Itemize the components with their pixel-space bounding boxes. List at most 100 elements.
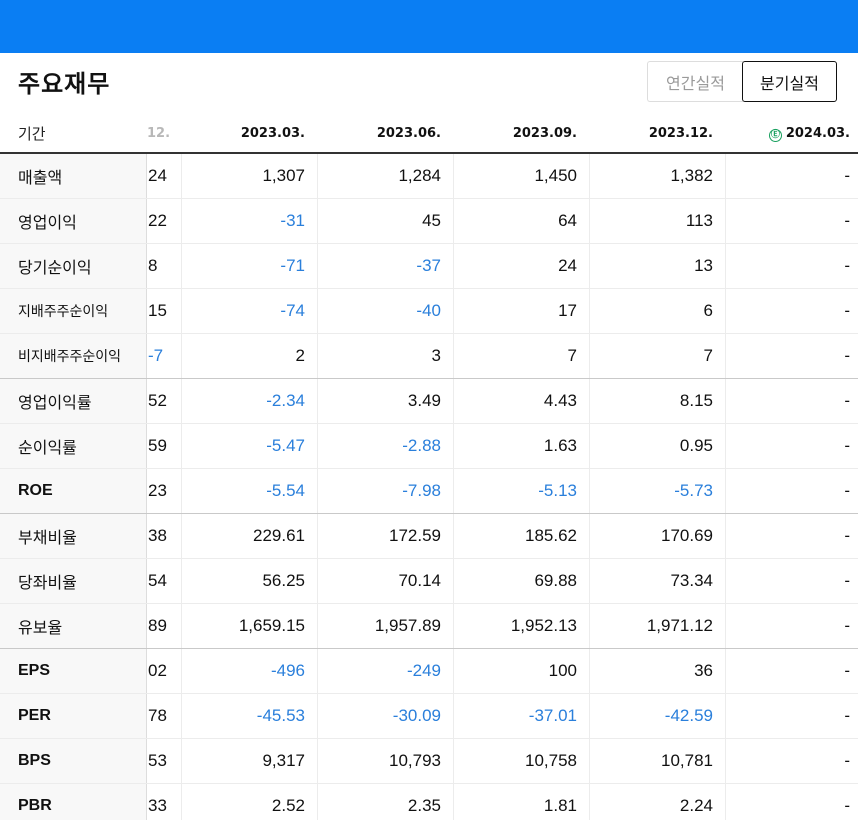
table-cell: 6: [703, 301, 713, 320]
period-label: 기간: [18, 125, 46, 143]
table-cell: 33: [148, 796, 167, 815]
row-label: PER: [0, 694, 147, 738]
row-label: 당기순이익: [0, 244, 147, 288]
table-cell: 73.34: [670, 571, 713, 590]
table-cell: -45.53: [256, 706, 305, 725]
table-cell: -2.34: [266, 391, 305, 410]
row-label: 영업이익률: [0, 379, 147, 423]
row-label: ROE: [0, 469, 147, 513]
table-cell: 1,957.89: [374, 616, 441, 635]
row-label: BPS: [0, 739, 147, 783]
table-cell: -37: [416, 256, 441, 275]
estimate-icon: Ⓔ: [768, 129, 782, 142]
table-cell: -5.54: [266, 481, 305, 500]
table-cell: 64: [558, 211, 577, 230]
column-header: 2023.03.: [240, 126, 305, 141]
row-label: 매출액: [0, 154, 147, 198]
table-cell: -30.09: [392, 706, 441, 725]
table-cell: -: [844, 751, 850, 770]
table-cell: -: [844, 616, 850, 635]
table-cell: -42.59: [664, 706, 713, 725]
row-label: 비지배주주순이익: [0, 334, 147, 378]
column-header: 2023.06.: [376, 126, 441, 141]
table-row: 유보율 89 1,659.15 1,957.89 1,952.13 1,971.12 -: [0, 604, 858, 649]
table-row: ROE 23 -5.54 -7.98 -5.13 -5.73 -: [0, 469, 858, 514]
table-cell: -496: [270, 661, 305, 680]
table-cell: -: [844, 211, 850, 230]
row-label: 당좌비율: [0, 559, 147, 603]
table-cell: 172.59: [389, 526, 441, 545]
table-cell: 53: [148, 751, 167, 770]
table-cell: 2: [295, 346, 305, 365]
table-row: 매출액 24 1,307 1,284 1,450 1,382 -: [0, 154, 858, 199]
table-header: 기간 12. 2023.03. 2023.06. 2023.09. 2023.1…: [0, 112, 858, 154]
table-row: 당기순이익 8 -71 -37 24 13 -: [0, 244, 858, 289]
quarterly-results-toggle[interactable]: 분기실적: [742, 61, 837, 102]
table-cell: 0.95: [679, 436, 713, 455]
table-row: 당좌비율 54 56.25 70.14 69.88 73.34 -: [0, 559, 858, 604]
table-cell: -: [844, 166, 850, 185]
table-cell: 02: [148, 661, 167, 680]
table-cell: 2.52: [271, 796, 305, 815]
table-cell: 185.62: [525, 526, 577, 545]
table-row: PBR 33 2.52 2.35 1.81 2.24 -: [0, 784, 858, 820]
table-row: 순이익률 59 -5.47 -2.88 1.63 0.95 -: [0, 424, 858, 469]
table-cell: -: [844, 526, 850, 545]
table-cell: -71: [280, 256, 305, 275]
table-cell: 70.14: [398, 571, 441, 590]
table-cell: 38: [148, 526, 167, 545]
table-cell: 170.69: [661, 526, 713, 545]
table-row: 비지배주주순이익 -7 2 3 7 7 -: [0, 334, 858, 379]
table-cell: -: [844, 436, 850, 455]
column-header: 2023.09.: [512, 126, 577, 141]
table-row: 영업이익 22 -31 45 64 113 -: [0, 199, 858, 244]
table-cell: 59: [148, 436, 167, 455]
table-cell: 7: [567, 346, 577, 365]
table-cell: 54: [148, 571, 167, 590]
table-cell: 10,781: [661, 751, 713, 770]
table-cell: -5.13: [538, 481, 577, 500]
table-cell: 8.15: [679, 391, 713, 410]
table-cell: 13: [694, 256, 713, 275]
table-cell: 1.81: [543, 796, 577, 815]
table-cell: 89: [148, 616, 167, 635]
table-cell: 69.88: [534, 571, 577, 590]
table-row: 영업이익률 52 -2.34 3.49 4.43 8.15 -: [0, 379, 858, 424]
table-cell: 1,382: [670, 166, 713, 185]
table-cell: -: [844, 706, 850, 725]
table-cell: 24: [148, 166, 167, 185]
table-row: EPS 02 -496 -249 100 36 -: [0, 649, 858, 694]
table-cell: -: [844, 346, 850, 365]
table-cell: 24: [558, 256, 577, 275]
table-cell: 1,971.12: [646, 616, 713, 635]
table-cell: 229.61: [253, 526, 305, 545]
column-header-label: 2024.03.: [785, 126, 850, 141]
table-cell: 1.63: [543, 436, 577, 455]
row-label: PBR: [0, 784, 147, 820]
table-cell: 56.25: [262, 571, 305, 590]
table-cell: 10,793: [389, 751, 441, 770]
table-cell: 7: [703, 346, 713, 365]
table-row: BPS 53 9,317 10,793 10,758 10,781 -: [0, 739, 858, 784]
table-cell: -5.73: [674, 481, 713, 500]
table-row: 부채비율 38 229.61 172.59 185.62 170.69 -: [0, 514, 858, 559]
table-cell: -: [844, 661, 850, 680]
table-cell: 23: [148, 481, 167, 500]
annual-results-toggle[interactable]: 연간실적: [647, 61, 743, 102]
table-cell: 1,659.15: [238, 616, 305, 635]
table-cell: 4.43: [543, 391, 577, 410]
table-cell: -40: [416, 301, 441, 320]
table-cell: 10,758: [525, 751, 577, 770]
table-cell: 1,307: [262, 166, 305, 185]
table-cell: 9,317: [262, 751, 305, 770]
table-cell: 52: [148, 391, 167, 410]
table-cell: 3.49: [407, 391, 441, 410]
table-cell: -: [844, 796, 850, 815]
table-cell: 1,450: [534, 166, 577, 185]
table-cell: -: [844, 391, 850, 410]
table-cell: -31: [280, 211, 305, 230]
table-cell: 45: [422, 211, 441, 230]
table-cell: -37.01: [528, 706, 577, 725]
row-label: 지배주주순이익: [0, 289, 147, 333]
table-cell: 17: [558, 301, 577, 320]
